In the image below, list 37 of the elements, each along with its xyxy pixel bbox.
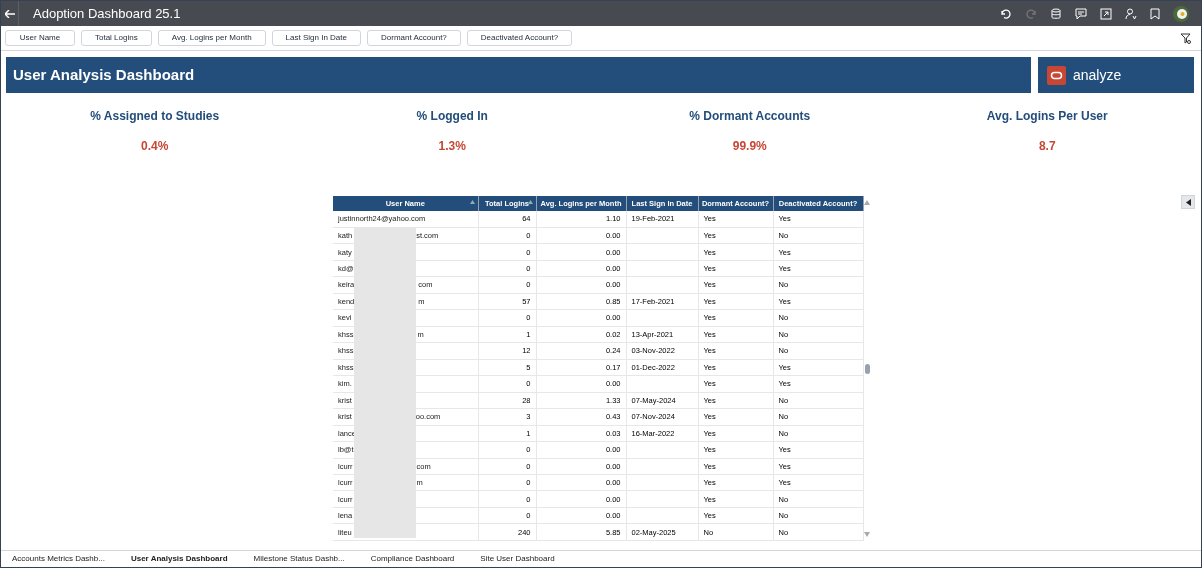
kpi-value: 0.4% — [141, 138, 169, 155]
dashboard-tab[interactable]: Milestone Status Dashb... — [247, 553, 351, 565]
kpi-value: 1.3% — [438, 138, 466, 155]
dashboard-tab[interactable]: User Analysis Dashboard — [124, 553, 234, 565]
caret-left-icon — [1185, 198, 1191, 206]
database-icon[interactable] — [1050, 7, 1062, 20]
collapse-panel-button[interactable] — [1181, 195, 1195, 209]
dashboard-title: User Analysis Dashboard — [13, 64, 195, 85]
kpi-value: 8.7 — [1038, 138, 1056, 155]
undo-icon[interactable] — [1000, 7, 1012, 20]
back-arrow-icon — [4, 9, 15, 18]
scrollbar-thumb[interactable] — [864, 363, 870, 374]
filter-icon[interactable] — [1180, 32, 1191, 44]
filter-button[interactable]: Avg. Logins per Month — [157, 30, 266, 46]
sort-icon — [527, 200, 533, 204]
filter-button[interactable]: Last Sign In Date — [271, 30, 361, 46]
export-icon[interactable] — [1100, 7, 1112, 20]
dashboard-tab[interactable]: Site User Dashboard — [474, 553, 561, 565]
sort-icon — [469, 200, 475, 204]
kpi-label: % Dormant Accounts — [689, 108, 811, 125]
dashboard-tab[interactable]: Compliance Dashboard — [364, 553, 461, 565]
logo-icon — [1047, 65, 1066, 85]
comment-icon[interactable] — [1075, 7, 1087, 20]
bookmark-icon[interactable] — [1150, 7, 1160, 20]
kpi-label: Avg. Logins Per User — [986, 108, 1108, 125]
kpi-value: 99.9% — [732, 138, 767, 155]
kpi-label: % Assigned to Studies — [90, 108, 220, 125]
logo-text: analyze — [1073, 65, 1122, 85]
kpi-label: % Logged In — [416, 108, 488, 125]
filter-button[interactable]: Dormant Account? — [367, 30, 461, 46]
window-title: Adoption Dashboard 25.1 — [33, 4, 181, 23]
avatar-icon[interactable] — [1173, 5, 1189, 22]
filter-button[interactable]: Deactivated Account? — [466, 30, 573, 46]
filter-button[interactable]: User Name — [5, 30, 75, 46]
filter-button[interactable]: Total Logins — [81, 30, 152, 46]
dashboard-tab[interactable]: Accounts Metrics Dashb... — [6, 553, 111, 565]
user-icon[interactable] — [1125, 7, 1137, 20]
